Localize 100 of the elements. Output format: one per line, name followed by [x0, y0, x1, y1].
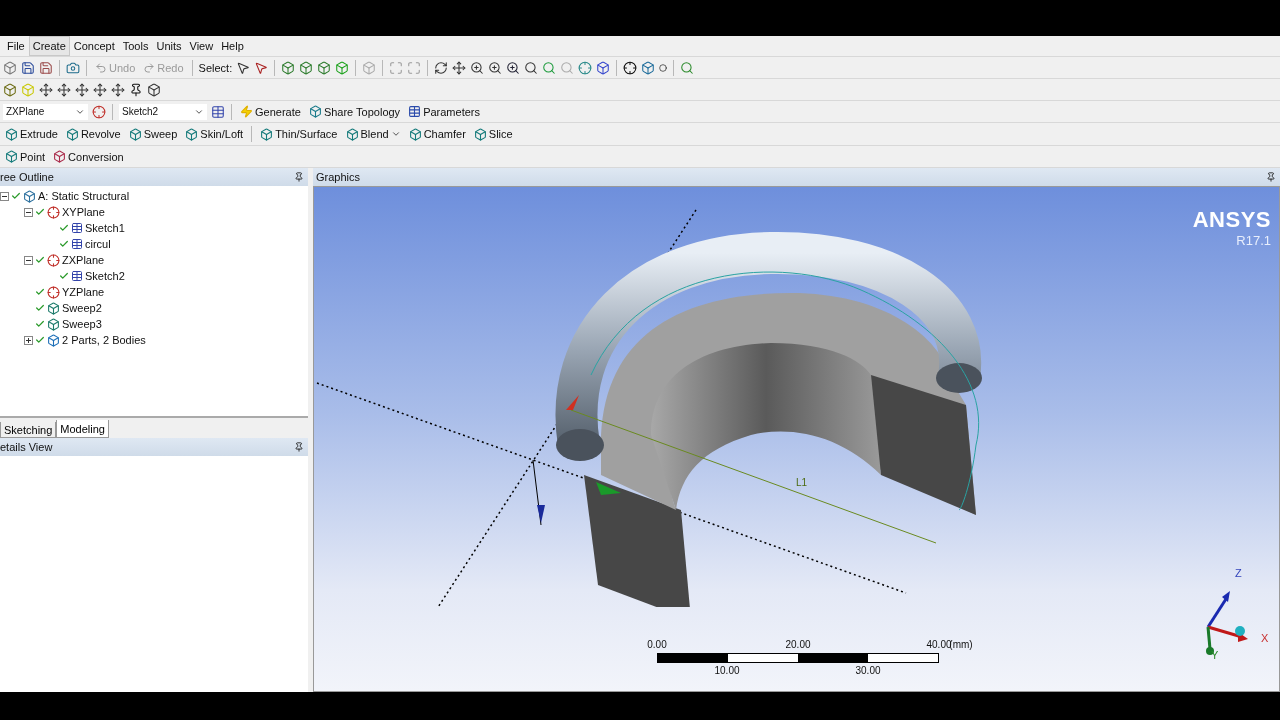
zoom-icon[interactable] [470, 60, 485, 75]
tree-item[interactable]: A: Static Structural [38, 190, 130, 202]
check-icon [11, 191, 21, 201]
feature-button[interactable]: Revolve [63, 126, 123, 142]
check-icon [59, 271, 69, 281]
undo-icon [95, 61, 107, 74]
tree-item[interactable]: Sweep3 [62, 318, 102, 330]
collapse-toggle[interactable] [24, 207, 33, 217]
feature-button[interactable]: Thin/Surface [258, 126, 340, 142]
menu-item[interactable]: Units [152, 36, 186, 56]
toolbar-button[interactable]: Parameters [406, 104, 482, 119]
menu-item[interactable]: Tools [118, 36, 153, 56]
dimension-label: L1 [796, 477, 808, 488]
tree-item[interactable]: circul [85, 238, 111, 250]
scale-label: 10.00 [714, 665, 740, 676]
look-icon[interactable] [680, 60, 695, 75]
cube-icon [185, 127, 199, 141]
pin-icon[interactable] [1266, 172, 1276, 182]
zoom-icon[interactable] [506, 60, 521, 75]
plane-dropdown[interactable]: ZXPlane [3, 103, 88, 120]
cube-icon [345, 127, 359, 141]
cube-icon [5, 150, 18, 163]
cube-icon[interactable] [641, 60, 656, 75]
collapse-toggle[interactable] [24, 255, 33, 265]
toolbar-button[interactable]: Generate [238, 104, 303, 119]
feature-button[interactable]: Skin/Loft [183, 126, 246, 142]
axes-icon [47, 285, 60, 299]
axis-label: X [1261, 632, 1269, 644]
tree-item[interactable]: Sketch2 [85, 270, 125, 282]
save-all-icon[interactable] [39, 60, 53, 75]
sketch-dropdown[interactable]: Sketch2 [119, 103, 207, 120]
cube-icon[interactable] [299, 60, 314, 75]
feature-button[interactable]: Blend [343, 126, 403, 142]
table-icon [408, 105, 422, 118]
cube-icon [65, 127, 79, 141]
box-icon[interactable] [3, 82, 17, 97]
menu-item[interactable]: File [3, 36, 29, 56]
cube-icon [308, 105, 322, 118]
version-label: R17.1 [1236, 233, 1271, 248]
tree-item[interactable]: XYPlane [62, 206, 105, 218]
pointer-icon[interactable] [236, 60, 251, 75]
sketch-icon[interactable] [211, 104, 225, 119]
menu-item[interactable]: Help [217, 36, 248, 56]
feature-button[interactable]: Point [3, 149, 48, 164]
axes-icon [47, 205, 60, 219]
cube-icon [5, 127, 18, 141]
axis-label: Y [1211, 649, 1219, 661]
cube-icon[interactable] [281, 60, 296, 75]
save-icon[interactable] [21, 60, 35, 75]
rotate-icon[interactable] [434, 60, 449, 75]
zoom-box-icon[interactable] [524, 60, 539, 75]
tree-item[interactable]: YZPlane [62, 286, 105, 298]
menu-item[interactable]: View [185, 36, 218, 56]
tab[interactable]: Modeling [56, 420, 109, 438]
axis-label: Z [1235, 567, 1242, 579]
pointer-icon[interactable] [254, 60, 269, 75]
tree-item[interactable]: ZXPlane [62, 254, 105, 266]
check-icon [35, 207, 45, 217]
tree-item[interactable]: Sweep2 [62, 302, 102, 314]
cube-icon[interactable] [335, 60, 350, 75]
tab[interactable]: Sketching [0, 422, 57, 438]
view-icon[interactable] [596, 60, 611, 75]
menu-item[interactable]: Create [28, 36, 70, 56]
zoom-icon[interactable] [488, 60, 503, 75]
sketch-icon [71, 222, 83, 234]
scale-label: 0.00 [647, 639, 667, 650]
toolbar-button[interactable]: Share Topology [306, 104, 403, 119]
feature-button[interactable]: Extrude [3, 126, 60, 142]
panel-title: etails View [0, 441, 53, 453]
pin-icon[interactable] [129, 82, 143, 97]
axes-icon [47, 253, 60, 267]
cube-icon [408, 127, 422, 141]
dot-icon[interactable] [659, 63, 668, 72]
menu-item[interactable]: Concept [69, 36, 119, 56]
feature-button[interactable]: Chamfer [406, 126, 468, 142]
pin-icon[interactable] [294, 442, 304, 452]
panel-title: ree Outline [0, 171, 54, 183]
cube-icon [23, 189, 36, 203]
panel-title: Graphics [316, 171, 361, 183]
cube-icon[interactable] [317, 60, 332, 75]
feature-button[interactable]: Conversion [51, 149, 126, 164]
feature-button[interactable]: Sweep [126, 126, 180, 142]
logo-text: ANSYS [1192, 207, 1271, 233]
pan-icon[interactable] [452, 60, 467, 75]
cube-icon [260, 127, 274, 141]
expand-toggle[interactable] [24, 335, 33, 345]
caret-icon [390, 129, 401, 139]
tree-item[interactable]: 2 Parts, 2 Bodies [62, 334, 146, 346]
select-label: Select: [198, 61, 233, 74]
pin-icon[interactable] [294, 172, 304, 182]
tree-item[interactable]: Sketch1 [85, 222, 125, 234]
axes-icon[interactable] [623, 60, 638, 75]
sketch-icon [71, 270, 83, 282]
lightning-icon [240, 105, 253, 118]
feature-button[interactable]: Slice [471, 126, 515, 142]
redo-icon [143, 61, 156, 74]
collapse-toggle[interactable] [0, 191, 9, 201]
camera-icon[interactable] [66, 60, 80, 75]
sketch-icon [71, 238, 83, 250]
cube-icon [53, 150, 67, 163]
